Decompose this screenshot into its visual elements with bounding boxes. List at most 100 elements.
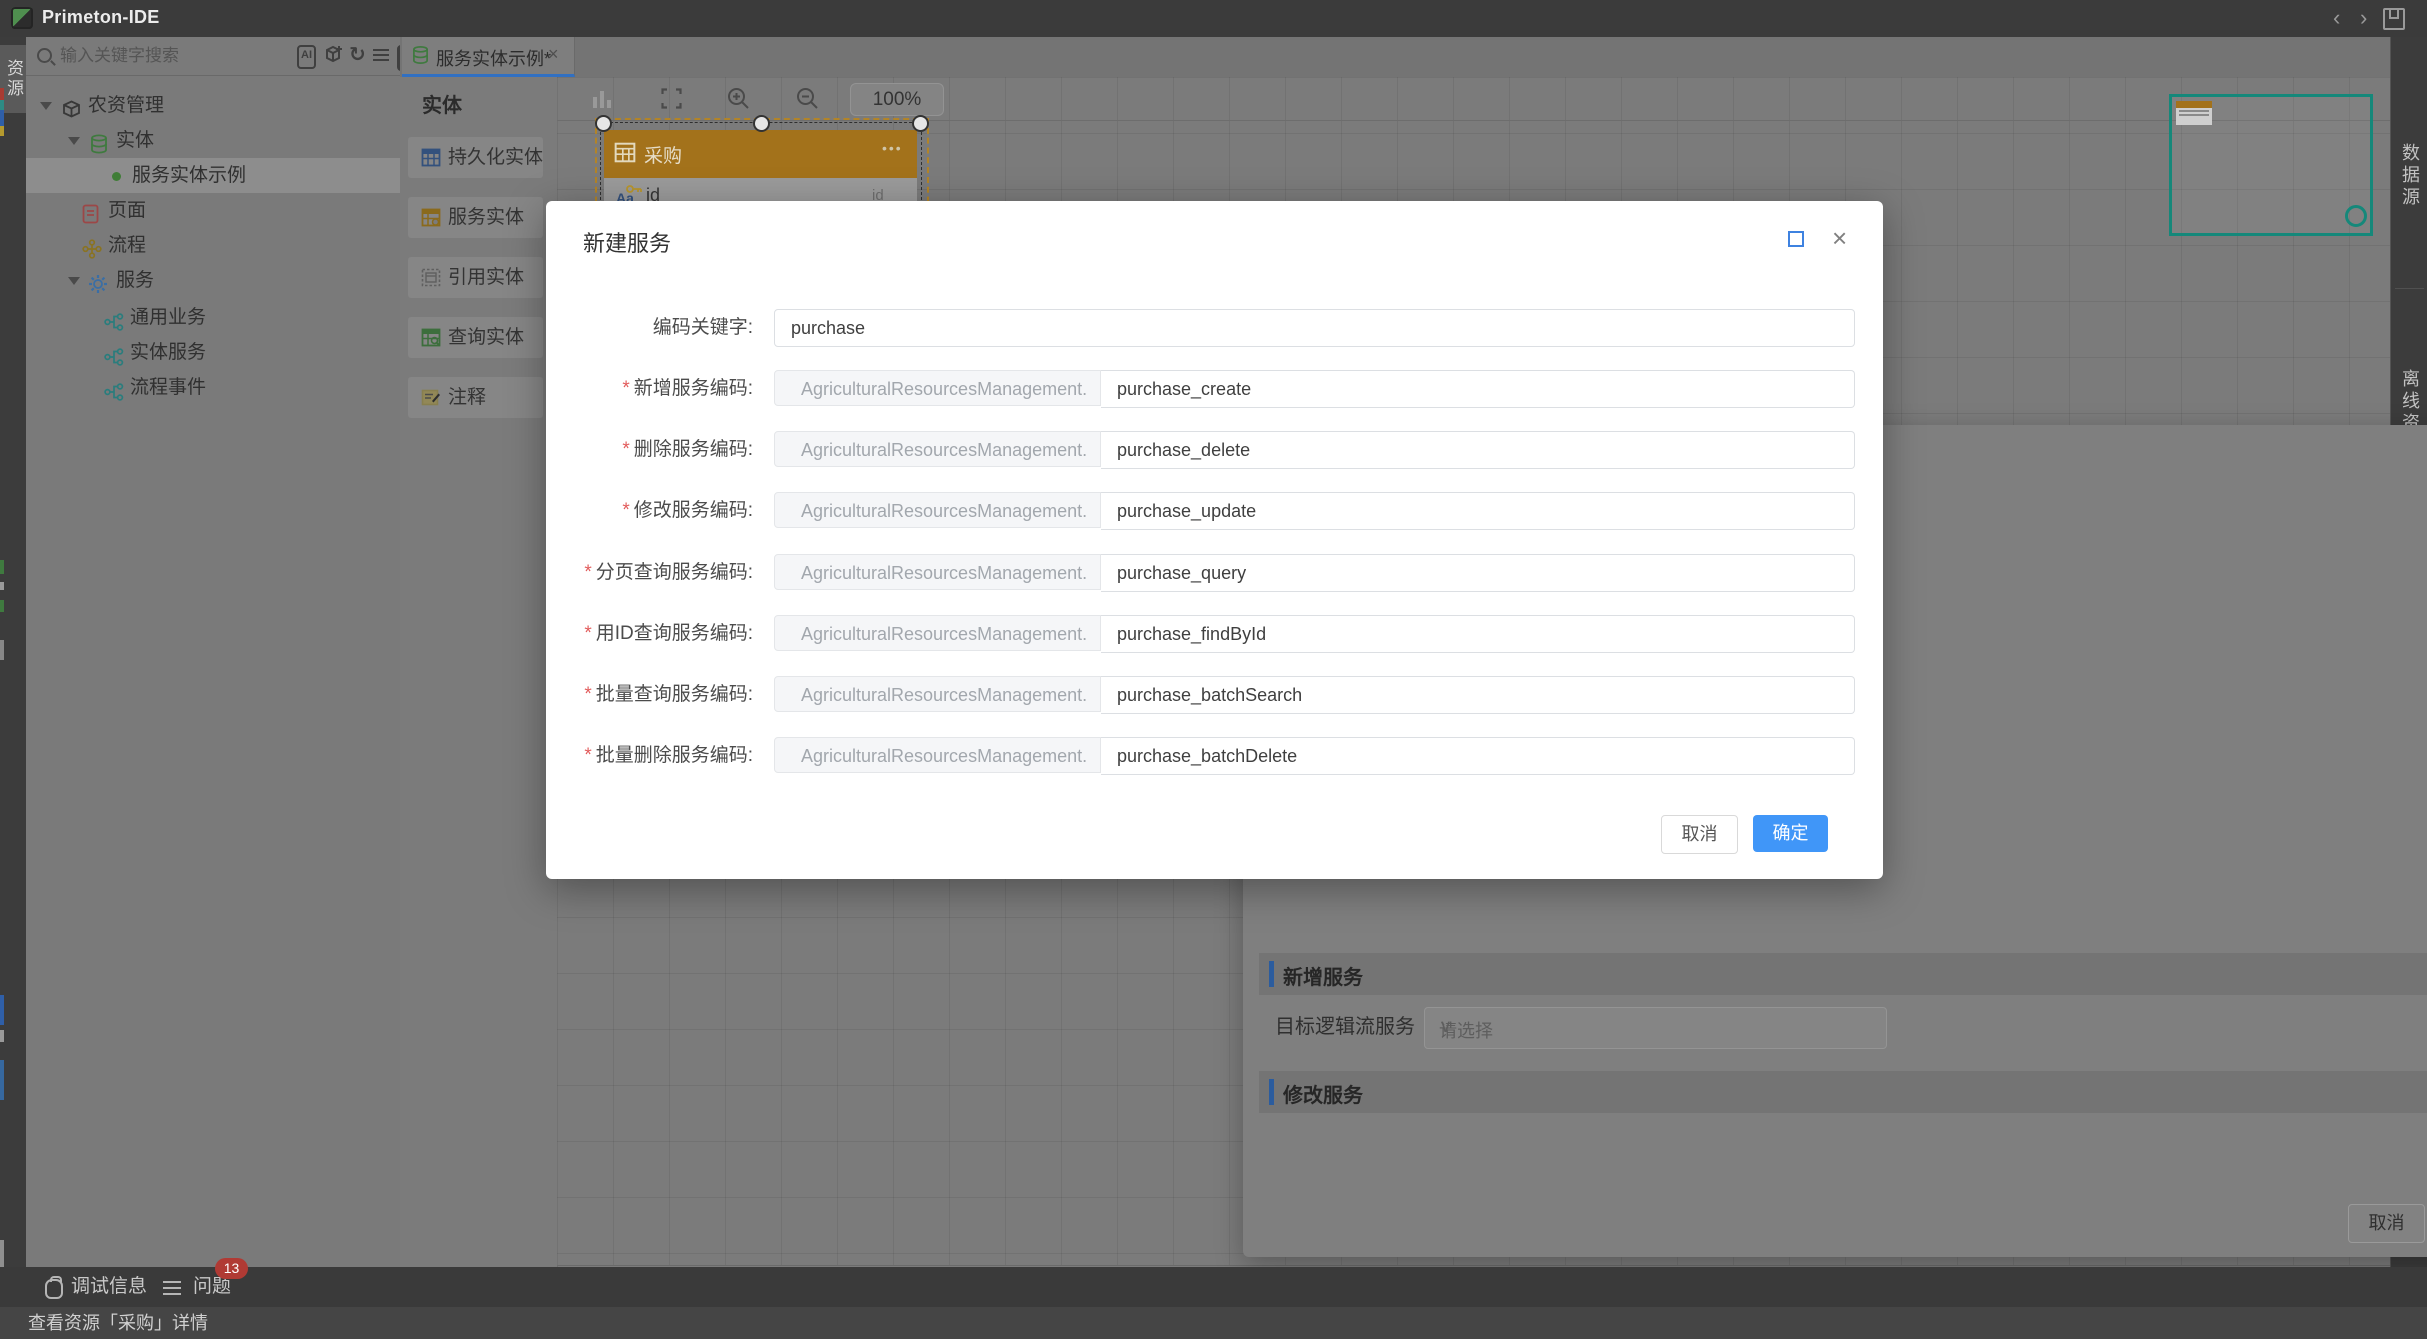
status-dot-icon (112, 172, 121, 181)
fit-screen-icon[interactable] (661, 88, 682, 114)
entity-card-title: 采购 (644, 141, 682, 168)
add-package-icon[interactable] (324, 43, 344, 63)
edge-artifact (0, 126, 4, 136)
palette-item-service-entity[interactable]: 服务实体 (408, 197, 543, 238)
section-accent-bar (1269, 961, 1274, 987)
collapse-list-icon[interactable] (373, 46, 389, 66)
edge-artifact (0, 640, 4, 660)
table-icon (614, 142, 636, 168)
form-row-delete-code: *删除服务编码: AgriculturalResourcesManagement… (546, 431, 1883, 469)
minimap[interactable] (2169, 94, 2373, 236)
ai-icon[interactable]: AI (297, 45, 316, 69)
section-accent-bar (1269, 1079, 1274, 1105)
search-icon (37, 48, 52, 63)
minimap-resize-handle[interactable] (2345, 205, 2367, 227)
app-title: Primeton-IDE (42, 7, 160, 28)
divider (2395, 288, 2424, 289)
entity-palette: 实体 持久化实体 服务实体 引用实体 查询实体 注释 (400, 77, 558, 1267)
tab-data-source[interactable]: 数据源 (2397, 118, 2423, 233)
tree-label: 实体服务 (130, 335, 206, 370)
field-label: *修改服务编码: (546, 492, 753, 530)
stats-chart-icon[interactable] (592, 89, 614, 113)
debug-icon (45, 1279, 63, 1299)
create-code-input[interactable] (1101, 370, 1855, 408)
palette-item-reference-entity[interactable]: 引用实体 (408, 257, 543, 298)
edge-artifact (0, 1060, 4, 1100)
tree-label: 实体 (116, 123, 154, 158)
tree-item-entity-services[interactable]: 实体服务 (26, 335, 400, 370)
caret-down-icon[interactable] (40, 102, 52, 110)
edge-artifact (0, 1030, 4, 1042)
edge-artifact (0, 88, 4, 100)
zoom-level-field[interactable]: 100% (850, 83, 944, 116)
save-icon[interactable] (2383, 8, 2405, 30)
debug-info-item[interactable]: 调试信息 (45, 1267, 147, 1307)
nav-back-icon[interactable]: ‹ (2333, 2, 2340, 34)
caret-down-icon[interactable] (68, 137, 80, 145)
edge-artifact (0, 600, 4, 612)
cancel-button[interactable]: 取消 (2348, 1204, 2425, 1243)
app-logo-icon (11, 7, 33, 29)
close-icon[interactable]: × (1832, 223, 1847, 254)
fullscreen-icon[interactable] (1788, 231, 1804, 247)
confirm-button[interactable]: 确定 (1753, 815, 1828, 852)
edge-artifact (0, 560, 4, 574)
tab-service-entity-example[interactable]: 服务实体示例* × (402, 37, 575, 77)
section-title: 新增服务 (1283, 961, 1363, 990)
entity-card-header[interactable]: 采购 ••• (604, 130, 917, 178)
namespace-prefix: AgriculturalResourcesManagement. (774, 492, 1101, 528)
zoom-in-icon[interactable] (727, 87, 750, 115)
field-label: *编码关键字: (546, 309, 753, 347)
refresh-icon[interactable]: ↻ (349, 45, 366, 65)
tree-item-project[interactable]: 农资管理 (26, 88, 400, 123)
batchdelete-code-input[interactable] (1101, 737, 1855, 775)
form-row-create-code: *新增服务编码: AgriculturalResourcesManagement… (546, 370, 1883, 408)
namespace-prefix: AgriculturalResourcesManagement. (774, 554, 1101, 590)
update-code-input[interactable] (1101, 492, 1855, 530)
field-label: *用ID查询服务编码: (546, 615, 753, 653)
tree-item-flows[interactable]: 流程 (26, 228, 400, 263)
tree-label: 页面 (108, 193, 146, 228)
batchsearch-code-input[interactable] (1101, 676, 1855, 714)
target-flow-label: 目标逻辑流服务 (1275, 1010, 1415, 1039)
tree-item-flow-events[interactable]: 流程事件 (26, 370, 400, 405)
edge-artifact (0, 995, 4, 1025)
tree-item-common-business[interactable]: 通用业务 (26, 300, 400, 335)
palette-item-persistent-entity[interactable]: 持久化实体 (408, 137, 543, 178)
target-flow-select[interactable]: 请选择 ∨ (1424, 1007, 1887, 1049)
status-bar: 查看资源「采购」详情 (0, 1307, 2427, 1339)
palette-item-annotation[interactable]: 注释 (408, 377, 543, 418)
tree-item-service-entity-example[interactable]: 服务实体示例 (26, 158, 400, 193)
nav-forward-icon[interactable]: › (2360, 2, 2367, 34)
problems-count-badge: 13 (215, 1258, 248, 1279)
close-icon[interactable]: × (548, 44, 559, 65)
problems-label: 问题 (193, 1276, 231, 1297)
keyword-input[interactable] (774, 309, 1855, 347)
palette-header: 实体 (422, 89, 462, 118)
query-code-input[interactable] (1101, 554, 1855, 592)
search-input[interactable] (58, 41, 262, 71)
caret-down-icon[interactable] (68, 277, 80, 285)
palette-item-query-entity[interactable]: 查询实体 (408, 317, 543, 358)
tree-item-services[interactable]: 服务 (26, 263, 400, 298)
namespace-prefix: AgriculturalResourcesManagement. (774, 370, 1101, 406)
more-icon[interactable]: ••• (882, 140, 903, 156)
tree-label: 流程 (108, 228, 146, 263)
tree-item-pages[interactable]: 页面 (26, 193, 400, 228)
cancel-button[interactable]: 取消 (1661, 815, 1738, 854)
resize-handle[interactable] (595, 115, 612, 132)
tab-label: 服务实体示例* (436, 45, 551, 71)
namespace-prefix: AgriculturalResourcesManagement. (774, 615, 1101, 651)
tree-label: 通用业务 (130, 300, 206, 335)
zoom-out-icon[interactable] (796, 87, 819, 115)
palette-item-label: 持久化实体 (448, 137, 543, 178)
title-bar: Primeton-IDE ‹ › (0, 0, 2427, 37)
left-activity-strip: 资源 (0, 37, 27, 1267)
findbyid-code-input[interactable] (1101, 615, 1855, 653)
form-row-batchsearch-code: *批量查询服务编码: AgriculturalResourcesManageme… (546, 676, 1883, 714)
resize-handle[interactable] (753, 115, 770, 132)
delete-code-input[interactable] (1101, 431, 1855, 469)
tree-item-entities[interactable]: 实体 (26, 123, 400, 158)
edge-artifact (0, 582, 4, 590)
resize-handle[interactable] (912, 115, 929, 132)
